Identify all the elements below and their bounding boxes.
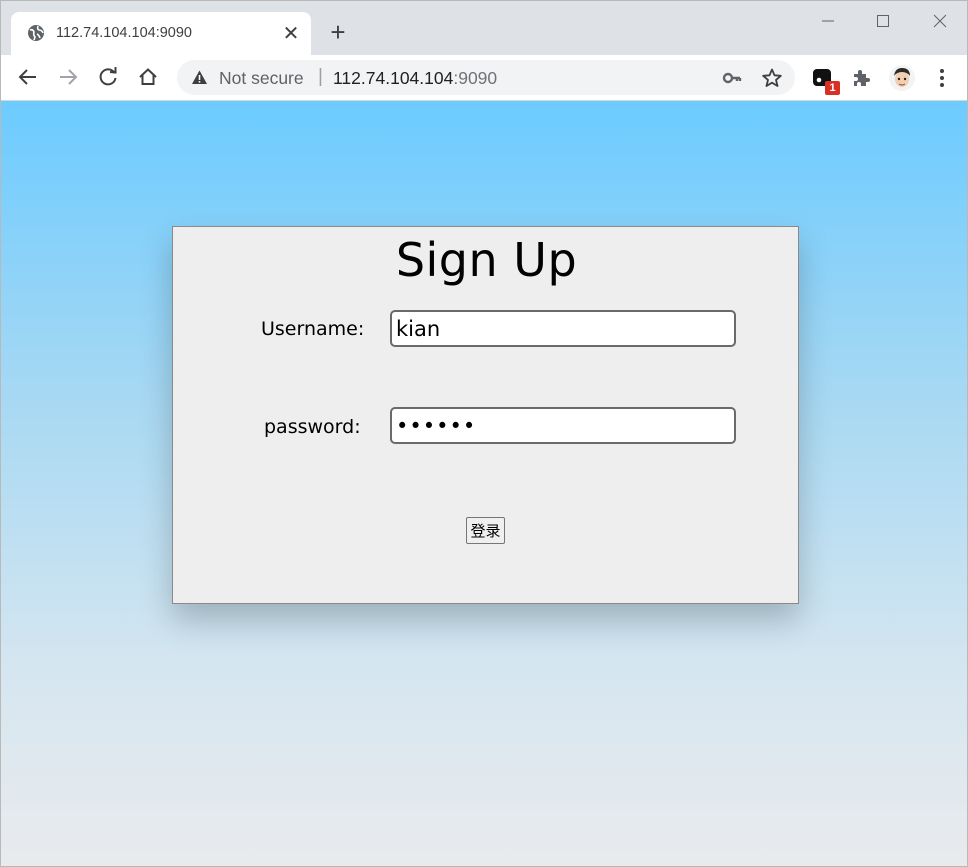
browser-tab[interactable]: 112.74.104.104:9090 ✕ xyxy=(11,12,311,55)
minimize-icon[interactable] xyxy=(816,9,840,33)
warning-icon[interactable] xyxy=(191,69,208,86)
star-icon[interactable] xyxy=(761,67,783,89)
home-icon[interactable] xyxy=(134,63,162,91)
tab-strip: 112.74.104.104:9090 ✕ + xyxy=(1,1,967,55)
username-input[interactable] xyxy=(390,310,736,347)
page-background: Sign Up Username: password: 登录 xyxy=(1,101,967,866)
browser-window: 112.74.104.104:9090 ✕ + Not secure | 112… xyxy=(0,0,968,867)
url-text[interactable]: 112.74.104.104:9090 xyxy=(333,68,497,89)
address-bar[interactable]: Not secure | 112.74.104.104:9090 xyxy=(177,60,795,95)
close-icon[interactable]: ✕ xyxy=(280,22,302,45)
page-title: Sign Up xyxy=(395,233,578,287)
login-button[interactable]: 登录 xyxy=(466,517,505,544)
window-close-icon[interactable] xyxy=(928,9,952,33)
reload-icon[interactable] xyxy=(94,63,122,91)
signup-card: Sign Up Username: password: 登录 xyxy=(172,226,799,604)
extension-badge: 1 xyxy=(825,81,840,95)
url-host: 112.74.104.104 xyxy=(333,68,454,88)
password-input[interactable] xyxy=(390,407,736,444)
address-separator: | xyxy=(318,66,323,87)
key-icon[interactable] xyxy=(722,68,742,88)
url-port: :9090 xyxy=(453,68,498,88)
username-label: Username: xyxy=(261,318,365,340)
puzzle-icon[interactable] xyxy=(850,66,874,90)
plus-icon[interactable]: + xyxy=(325,19,351,45)
menu-dots-icon[interactable] xyxy=(930,66,954,90)
back-icon[interactable] xyxy=(14,63,42,91)
tab-title: 112.74.104.104:9090 xyxy=(56,25,193,41)
security-label[interactable]: Not secure xyxy=(219,68,304,89)
password-label: password: xyxy=(264,416,361,438)
forward-icon[interactable] xyxy=(54,63,82,91)
maximize-icon[interactable] xyxy=(871,9,895,33)
avatar[interactable] xyxy=(889,65,915,91)
globe-icon xyxy=(28,25,44,41)
browser-toolbar: Not secure | 112.74.104.104:9090 xyxy=(1,55,967,101)
